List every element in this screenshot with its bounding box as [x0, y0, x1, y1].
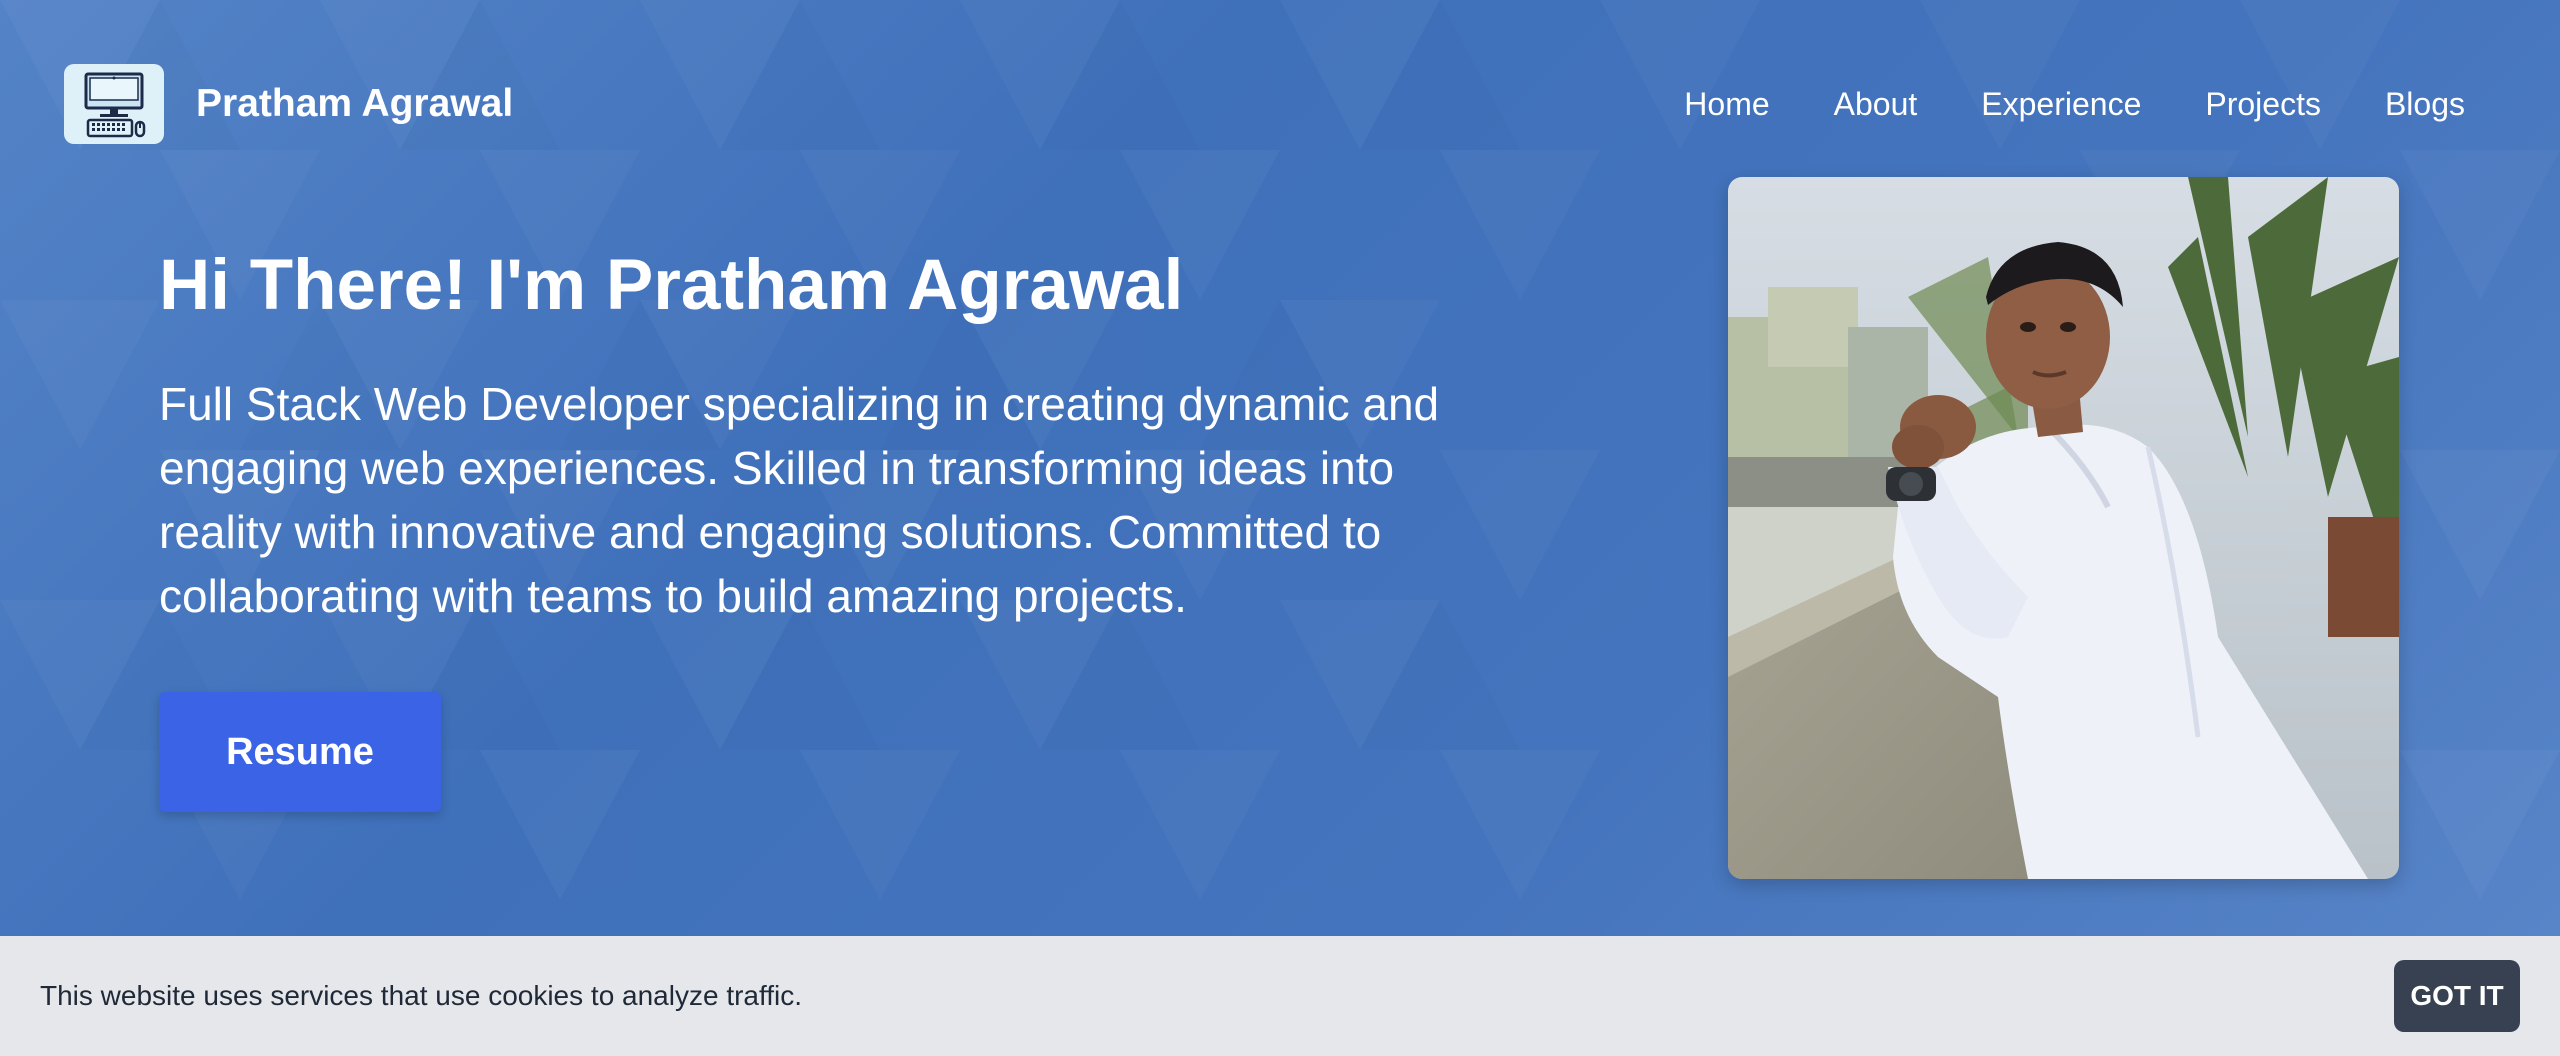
nav-experience[interactable]: Experience — [1981, 80, 2141, 128]
cookie-accept-button[interactable]: GOT IT — [2394, 960, 2520, 1032]
resume-button[interactable]: Resume — [159, 692, 441, 812]
computer-icon — [84, 72, 146, 138]
hero-title: Hi There! I'm Pratham Agrawal — [159, 246, 1184, 325]
cookie-message: This website uses services that use cook… — [40, 980, 803, 1011]
cookie-banner: This website uses services that use cook… — [0, 936, 2560, 1056]
site-logo[interactable] — [64, 64, 164, 144]
nav-blogs[interactable]: Blogs — [2385, 80, 2465, 128]
profile-photo — [1728, 177, 2399, 879]
hero-description: Full Stack Web Developer specializing in… — [159, 378, 1440, 622]
page: Pratham Agrawal Home About Experience Pr… — [0, 0, 2560, 1056]
nav-home[interactable]: Home — [1684, 80, 1769, 128]
nav-projects[interactable]: Projects — [2205, 80, 2321, 128]
brand-name[interactable]: Pratham Agrawal — [196, 78, 513, 130]
nav-about[interactable]: About — [1834, 80, 1918, 128]
main-nav: Home About Experience Projects Blogs — [1684, 80, 2465, 128]
